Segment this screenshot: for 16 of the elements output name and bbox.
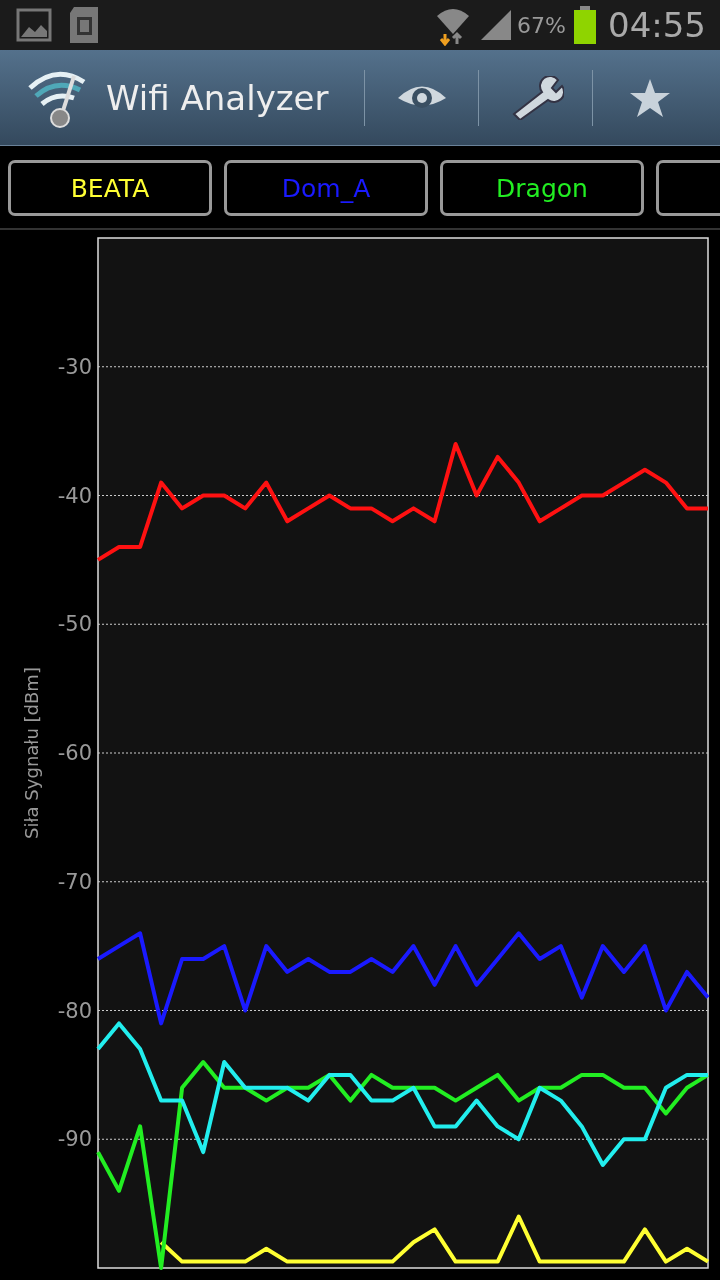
signal-icon — [479, 8, 514, 42]
network-button[interactable]: BEATA — [8, 160, 212, 216]
axis-tick-label: -30 — [57, 354, 92, 379]
y-axis-label: Siła Sygnału [dBm] — [21, 667, 42, 839]
network-button[interactable]: Dragon — [440, 160, 644, 216]
axis-tick-label: -70 — [57, 869, 92, 894]
picture-icon — [16, 7, 52, 43]
axis-tick-label: -60 — [57, 741, 92, 765]
axis-tick-label: -90 — [57, 1127, 92, 1152]
battery-percent: 67% — [517, 12, 566, 38]
battery-icon — [574, 6, 596, 44]
axis-tick-label: -80 — [57, 998, 92, 1023]
axis-tick-label: -50 — [57, 612, 92, 637]
clock: 04:55 — [608, 5, 706, 45]
app-title: Wifi Analyzer — [106, 77, 330, 118]
axis-tick-label: -40 — [57, 483, 92, 508]
